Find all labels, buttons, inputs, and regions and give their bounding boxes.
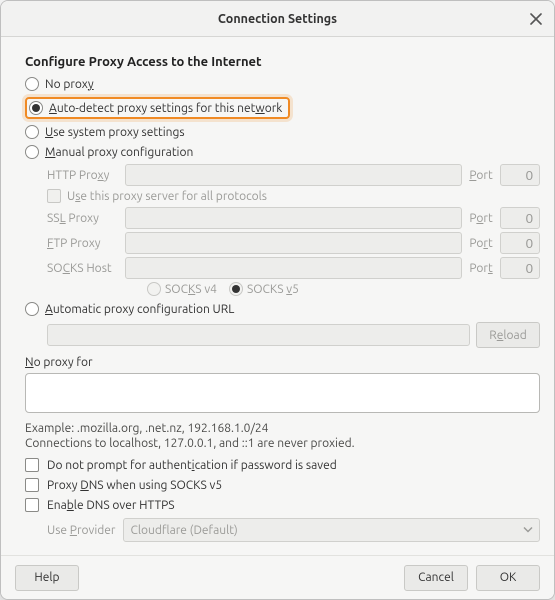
radio-use-system[interactable]: Use system proxy settings (25, 123, 540, 141)
radio-label: Manual proxy configuration (45, 146, 193, 159)
radio-icon (229, 282, 243, 296)
ftp-proxy-input[interactable] (125, 232, 462, 254)
provider-select[interactable]: Cloudflare (Default) (123, 518, 540, 542)
checkbox-label: Proxy DNS when using SOCKS v5 (47, 479, 222, 492)
checkbox-icon (25, 498, 39, 512)
radio-manual[interactable]: Manual proxy configuration (25, 143, 540, 161)
radio-icon (25, 77, 39, 91)
ssl-proxy-row: SSL Proxy Port (47, 207, 540, 229)
socks-version-row: SOCKS v4 SOCKS v5 (147, 282, 540, 296)
manual-section: HTTP Proxy Port Use this proxy server fo… (47, 164, 540, 296)
radio-label: Auto-detect proxy settings for this netw… (49, 102, 282, 115)
use-for-all-label: Use this proxy server for all protocols (67, 190, 267, 203)
checkbox-enable-doh[interactable]: Enable DNS over HTTPS (25, 498, 540, 512)
radio-label: No proxy (45, 78, 94, 91)
checkbox-icon (25, 458, 39, 472)
no-proxy-example: Example: .mozilla.org, .net.nz, 192.168.… (25, 422, 540, 435)
http-port-input[interactable] (500, 164, 540, 186)
ssl-proxy-label: SSL Proxy (47, 212, 121, 225)
dialog-body: Configure Proxy Access to the Internet N… (1, 37, 554, 555)
reload-button[interactable]: Reload (476, 322, 540, 348)
socks-port-input[interactable] (500, 257, 540, 279)
port-label: Port (466, 262, 496, 275)
use-for-all-row[interactable]: Use this proxy server for all protocols (47, 189, 540, 203)
radio-icon (25, 125, 39, 139)
auto-url-row: Reload (47, 322, 540, 348)
provider-label: Use Provider (47, 524, 115, 537)
connection-settings-dialog: Connection Settings Configure Proxy Acce… (0, 0, 555, 600)
port-label: Port (466, 169, 496, 182)
dialog-footer: Help Cancel OK (1, 555, 554, 599)
checkbox-icon (47, 189, 61, 203)
cancel-button[interactable]: Cancel (404, 565, 468, 591)
close-icon (530, 13, 542, 25)
chevron-down-icon (523, 524, 533, 537)
close-button[interactable] (526, 9, 546, 29)
http-proxy-row: HTTP Proxy Port (47, 164, 540, 186)
no-proxy-note: Connections to localhost, 127.0.0.1, and… (25, 437, 540, 450)
socks-host-label: SOCKS Host (47, 262, 121, 275)
radio-auto-url[interactable]: Automatic proxy configuration URL (25, 300, 540, 318)
radio-label: Use system proxy settings (45, 126, 185, 139)
radio-icon (29, 101, 43, 115)
radio-icon (25, 145, 39, 159)
ok-button[interactable]: OK (476, 565, 540, 591)
port-label: Port (466, 237, 496, 250)
radio-label: Automatic proxy configuration URL (45, 303, 234, 316)
checkbox-icon (25, 478, 39, 492)
socks4-label: SOCKS v4 (165, 283, 217, 296)
ssl-proxy-input[interactable] (125, 207, 462, 229)
ftp-proxy-row: FTP Proxy Port (47, 232, 540, 254)
no-proxy-for-section: No proxy for Example: .mozilla.org, .net… (25, 356, 540, 450)
ftp-proxy-label: FTP Proxy (47, 237, 121, 250)
window-title: Connection Settings (218, 12, 337, 26)
radio-icon (25, 302, 39, 316)
port-label: Port (466, 212, 496, 225)
radio-icon (147, 282, 161, 296)
checkbox-proxy-dns[interactable]: Proxy DNS when using SOCKS v5 (25, 478, 540, 492)
no-proxy-for-textarea[interactable] (25, 373, 540, 413)
radio-no-proxy[interactable]: No proxy (25, 75, 540, 93)
checkbox-label: Do not prompt for authentication if pass… (47, 459, 337, 472)
ftp-port-input[interactable] (500, 232, 540, 254)
provider-row: Use Provider Cloudflare (Default) (47, 518, 540, 542)
http-proxy-input[interactable] (125, 164, 462, 186)
no-proxy-for-label: No proxy for (25, 356, 540, 369)
ssl-port-input[interactable] (500, 207, 540, 229)
auto-url-input[interactable] (47, 324, 470, 346)
titlebar: Connection Settings (1, 1, 554, 37)
section-heading: Configure Proxy Access to the Internet (25, 55, 540, 69)
checkbox-label: Enable DNS over HTTPS (47, 499, 175, 512)
http-proxy-label: HTTP Proxy (47, 169, 121, 182)
provider-value: Cloudflare (Default) (130, 524, 237, 537)
help-button[interactable]: Help (15, 565, 79, 591)
socks-host-input[interactable] (125, 257, 462, 279)
socks-host-row: SOCKS Host Port (47, 257, 540, 279)
radio-auto-detect[interactable]: Auto-detect proxy settings for this netw… (25, 97, 290, 119)
checkbox-no-prompt[interactable]: Do not prompt for authentication if pass… (25, 458, 540, 472)
radio-socks5[interactable]: SOCKS v5 (229, 282, 299, 296)
socks5-label: SOCKS v5 (247, 283, 299, 296)
radio-socks4[interactable]: SOCKS v4 (147, 282, 217, 296)
